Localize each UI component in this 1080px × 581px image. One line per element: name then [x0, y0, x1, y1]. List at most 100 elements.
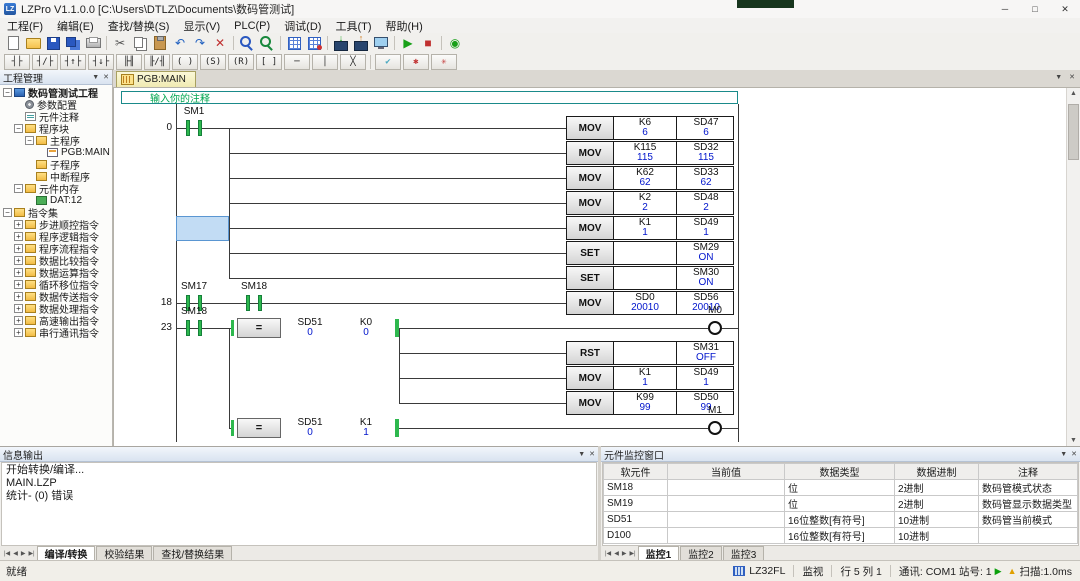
monitor-column-header[interactable]: 数据类型 — [785, 464, 895, 480]
download-to-plc-button[interactable] — [332, 35, 350, 51]
output-tab[interactable]: 编译/转换 — [37, 546, 96, 560]
expander-icon[interactable]: − — [14, 184, 23, 193]
expander-icon[interactable]: + — [14, 244, 23, 253]
expander-icon[interactable]: + — [14, 304, 23, 313]
tab-nav-button[interactable]: ▶| — [27, 550, 35, 557]
expander-icon[interactable]: + — [14, 280, 23, 289]
save-all-button[interactable] — [64, 35, 82, 51]
function-block-button[interactable]: [ ] — [256, 54, 282, 70]
find-button[interactable] — [238, 35, 256, 51]
contact[interactable] — [186, 120, 190, 136]
compare-op-button[interactable]: = — [237, 318, 281, 338]
operand[interactable]: SD32115 — [676, 142, 735, 164]
instruction-block[interactable]: MOVK6262SD3362 — [566, 166, 734, 190]
print-button[interactable] — [84, 35, 102, 51]
find-replace-button[interactable] — [258, 35, 276, 51]
operand[interactable]: K11 — [615, 367, 675, 389]
operand[interactable]: K6262 — [615, 167, 675, 189]
contact[interactable] — [186, 320, 190, 336]
monitor-column-header[interactable]: 注释 — [979, 464, 1078, 480]
operand[interactable]: K11 — [615, 217, 675, 239]
operand[interactable]: SM30ON — [676, 267, 735, 289]
tab-list-chevron-icon[interactable]: ▼ — [1055, 74, 1062, 81]
maximize-button[interactable]: □ — [1020, 0, 1050, 18]
copy-button[interactable] — [131, 35, 149, 51]
check-program-button[interactable]: ✔ — [375, 54, 401, 70]
instruction-block[interactable]: RSTSM31OFF — [566, 341, 734, 365]
comm-settings-button[interactable]: ◉ — [446, 35, 464, 51]
menu-item[interactable]: 编辑(E) — [50, 18, 101, 34]
contact[interactable] — [198, 120, 202, 136]
tab-nav-button[interactable]: ◀ — [12, 550, 19, 557]
operand[interactable]: K66 — [615, 117, 675, 139]
scrollbar-thumb[interactable] — [1068, 104, 1079, 160]
instruction-block[interactable]: MOVK22SD482 — [566, 191, 734, 215]
instruction-block[interactable]: MOVK11SD491 — [566, 366, 734, 390]
expander-icon[interactable]: + — [14, 232, 23, 241]
parallel-closed-contact-button[interactable]: ╟/╢ — [144, 54, 170, 70]
monitor-tab[interactable]: 监控2 — [680, 546, 722, 560]
new-file-button[interactable] — [4, 35, 22, 51]
operand[interactable]: K11 — [340, 417, 392, 439]
save-button[interactable] — [44, 35, 62, 51]
output-tab[interactable]: 查找/替换结果 — [153, 546, 232, 560]
expander-icon[interactable]: + — [14, 328, 23, 337]
closed-contact-button[interactable]: ┤/├ — [32, 54, 58, 70]
expander-icon[interactable]: + — [14, 268, 23, 277]
expander-icon[interactable]: + — [14, 292, 23, 301]
tree-item[interactable]: PGB:MAIN — [0, 146, 112, 158]
parallel-open-contact-button[interactable]: ╟╢ — [116, 54, 142, 70]
operand[interactable]: K9999 — [615, 392, 675, 414]
tab-nav-button[interactable]: ▶ — [20, 550, 27, 557]
menu-item[interactable]: 帮助(H) — [379, 18, 430, 34]
operand[interactable]: SD020010 — [615, 292, 675, 314]
monitor-tab[interactable]: 监控1 — [638, 546, 680, 560]
menu-item[interactable]: 显示(V) — [176, 18, 227, 34]
compile-all-button[interactable] — [305, 35, 323, 51]
monitor-row[interactable]: SM19位2进制数码管显示数据类型 — [604, 496, 1078, 512]
tab-nav-button[interactable]: ▶ — [621, 550, 628, 557]
cut-button[interactable]: ✂ — [111, 35, 129, 51]
reset-coil-button[interactable]: (R) — [228, 54, 254, 70]
instruction-block[interactable]: MOVK66SD476 — [566, 116, 734, 140]
expander-icon[interactable]: − — [14, 124, 23, 133]
instruction-block[interactable]: SETSM29ON — [566, 241, 734, 265]
tab-pgb-main[interactable]: PGB:MAIN — [116, 71, 196, 87]
tree-item[interactable]: +串行通讯指令 — [0, 326, 112, 338]
operand[interactable]: K22 — [615, 192, 675, 214]
operand[interactable]: SD482 — [676, 192, 735, 214]
contact[interactable] — [246, 295, 250, 311]
operand[interactable]: SD491 — [676, 217, 735, 239]
chevron-down-icon[interactable]: ▼ — [1060, 451, 1067, 458]
tab-nav-button[interactable]: ▶| — [628, 550, 636, 557]
undo-button[interactable]: ↶ — [171, 35, 189, 51]
contact[interactable] — [258, 295, 262, 311]
convert-all-button[interactable]: ✳ — [431, 54, 457, 70]
close-icon[interactable]: ✕ — [103, 73, 109, 81]
tab-nav-button[interactable]: |◀ — [604, 550, 612, 557]
stop-plc-button[interactable]: ■ — [419, 35, 437, 51]
output-coil[interactable] — [708, 421, 722, 435]
close-button[interactable]: ✕ — [1050, 0, 1080, 18]
tab-nav-button[interactable]: |◀ — [3, 550, 11, 557]
monitor-row[interactable]: SD5116位整数[有符号]10进制数码管当前模式 — [604, 512, 1078, 528]
redo-button[interactable]: ↷ — [191, 35, 209, 51]
open-contact-button[interactable]: ┤├ — [4, 54, 30, 70]
close-document-icon[interactable]: ✕ — [1069, 73, 1075, 81]
operand[interactable]: SM29ON — [676, 242, 735, 264]
operand[interactable]: SD510 — [284, 317, 336, 339]
monitor-row[interactable]: D10016位整数[有符号]10进制 — [604, 528, 1078, 544]
minimize-button[interactable]: ─ — [990, 0, 1020, 18]
output-coil-button[interactable]: ( ) — [172, 54, 198, 70]
instruction-block[interactable]: SETSM30ON — [566, 266, 734, 290]
compile-button[interactable] — [285, 35, 303, 51]
paste-button[interactable] — [151, 35, 169, 51]
operand[interactable]: SM31OFF — [676, 342, 735, 364]
menu-item[interactable]: 工具(T) — [328, 18, 378, 34]
compare-op-button[interactable]: = — [237, 418, 281, 438]
monitor-mode-button[interactable] — [372, 35, 390, 51]
operand[interactable]: SD476 — [676, 117, 735, 139]
operand[interactable]: SD3362 — [676, 167, 735, 189]
delete-button[interactable]: ✕ — [211, 35, 229, 51]
tab-nav-button[interactable]: ◀ — [613, 550, 620, 557]
